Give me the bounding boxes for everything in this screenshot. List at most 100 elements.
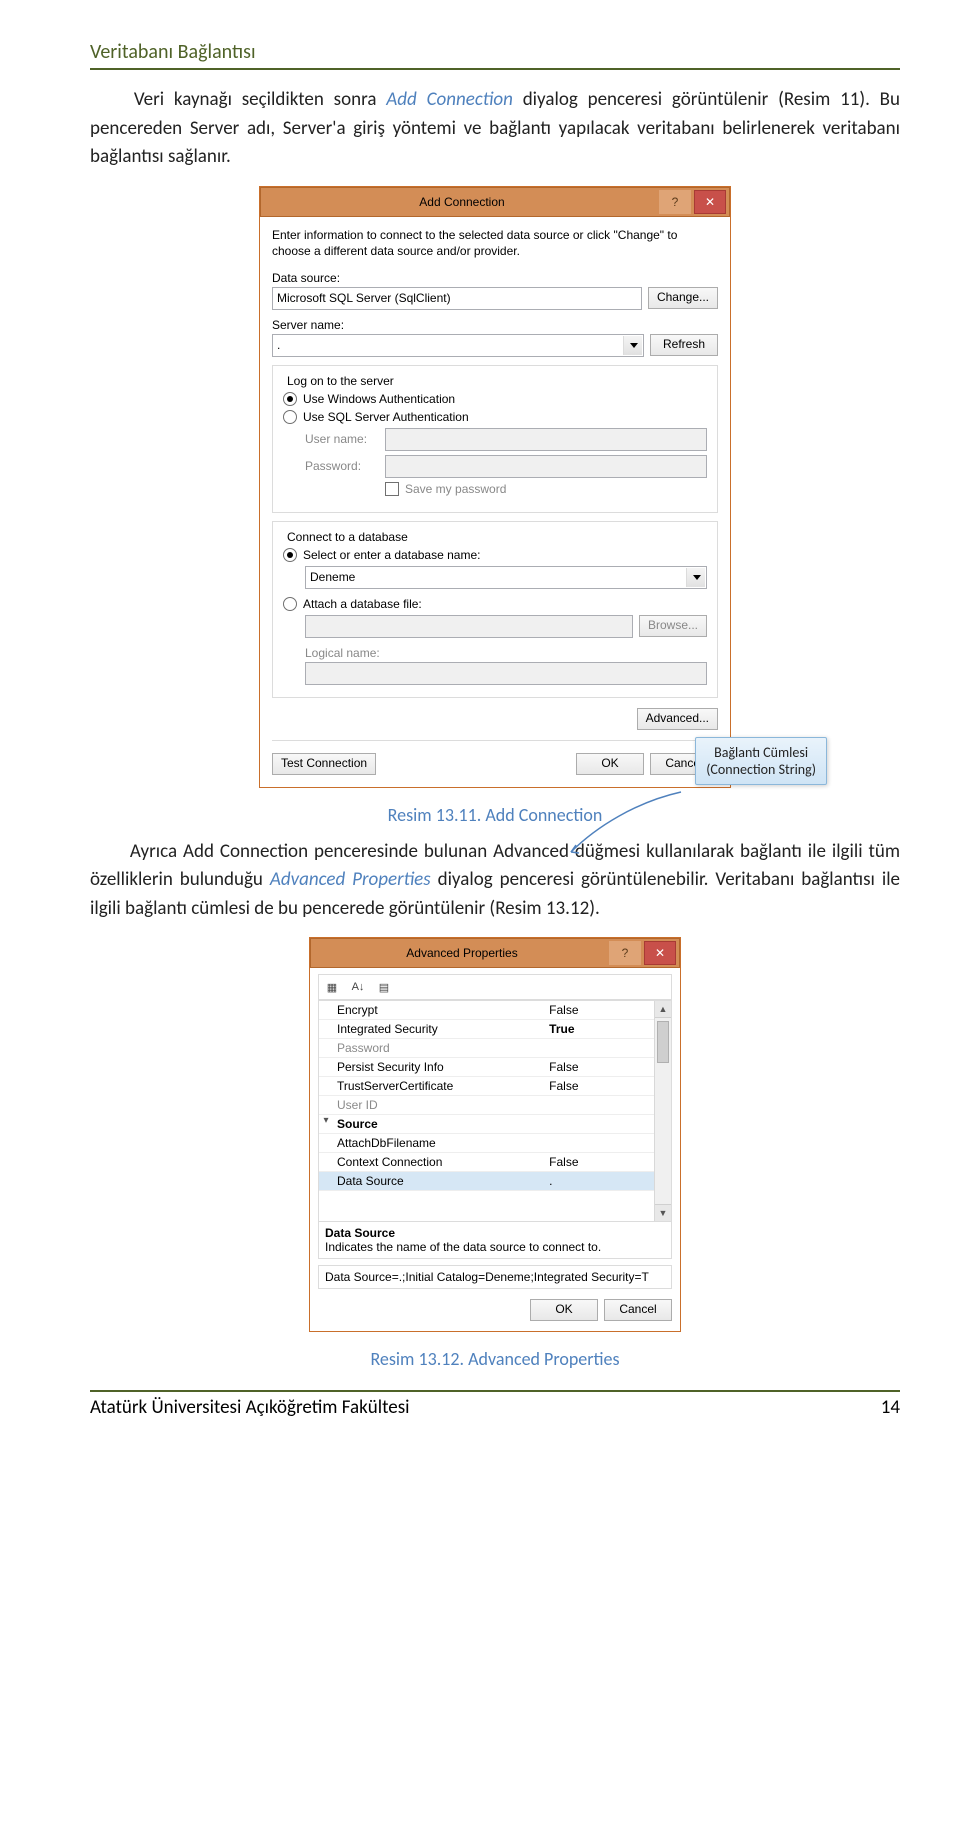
ok-button[interactable]: OK [576,753,644,775]
data-source-label: Data source: [272,271,718,285]
prop-val[interactable]: False [545,1153,671,1171]
connection-string-callout: Bağlantı Cümlesi (Connection String) [695,737,827,785]
intro-paragraph-2: Ayrıca Add Connection penceresinde bulun… [90,838,900,924]
chevron-down-icon[interactable] [686,568,705,587]
prop-key: Persist Security Info [333,1058,545,1076]
test-connection-button[interactable]: Test Connection [272,753,376,775]
prop-row: EncryptFalse [319,1001,671,1020]
prop-category-row[interactable]: Source [319,1115,671,1134]
prop-val[interactable]: False [545,1077,671,1095]
prop-val[interactable]: . [545,1172,671,1190]
prop-key: Password [333,1039,545,1057]
property-toolbar: ▦ A↓ ▤ [318,974,672,1000]
connectdb-group-title: Connect to a database [283,530,412,544]
prop-key: Context Connection [333,1153,545,1171]
add-connection-dialog: Add Connection ? ✕ Enter information to … [259,186,731,788]
radio-windows-auth-label: Use Windows Authentication [303,392,455,406]
password-label: Password: [305,459,379,473]
dialog-title: Advanced Properties [315,946,609,960]
help-button[interactable]: ? [659,190,691,214]
database-name-combo[interactable]: Deneme [305,566,707,589]
prop-row: Persist Security InfoFalse [319,1058,671,1077]
logon-group-title: Log on to the server [283,374,398,388]
prop-key: Data Source [333,1172,545,1190]
dialog-titlebar: Advanced Properties ? ✕ [310,938,680,968]
prop-row: TrustServerCertificateFalse [319,1077,671,1096]
radio-dot-icon [283,410,297,424]
property-pages-icon[interactable]: ▤ [373,977,395,997]
property-description-pane: Data Source Indicates the name of the da… [318,1222,672,1259]
prop-row-selected: Data Source. [319,1172,671,1191]
server-name-combo[interactable]: . [272,334,644,357]
prop-row: Context ConnectionFalse [319,1153,671,1172]
scrollbar[interactable]: ▲ ▼ [654,1001,671,1221]
callout-line2: (Connection String) [706,761,816,778]
server-name-value: . [277,338,280,352]
dialog-titlebar: Add Connection ? ✕ [260,187,730,217]
radio-sql-auth[interactable]: Use SQL Server Authentication [283,410,707,424]
close-button[interactable]: ✕ [694,190,726,214]
help-button[interactable]: ? [609,941,641,965]
data-source-field: Microsoft SQL Server (SqlClient) [272,287,642,310]
callout-arrow-icon [566,787,686,867]
username-label: User name: [305,432,379,446]
prop-row: Password [319,1039,671,1058]
prop-row: User ID [319,1096,671,1115]
chevron-down-icon[interactable] [623,336,642,355]
radio-dot-icon [283,597,297,611]
close-button[interactable]: ✕ [644,941,676,965]
intro-paragraph-1: Veri kaynağı seçildikten sonra Add Conne… [90,86,900,172]
footer-page-number: 14 [881,1396,900,1419]
page-header: Veritabanı Bağlantısı [90,40,900,70]
radio-dot-icon [283,392,297,406]
dialog-title: Add Connection [265,195,659,209]
prop-val[interactable]: True [545,1020,671,1038]
change-button[interactable]: Change... [648,287,718,309]
radio-windows-auth[interactable]: Use Windows Authentication [283,392,707,406]
alphabetical-icon[interactable]: A↓ [347,977,369,997]
figure-caption-2: Resim 13.12. Advanced Properties [90,1348,900,1370]
advanced-button[interactable]: Advanced... [637,708,718,730]
password-field [385,455,707,478]
radio-sql-auth-label: Use SQL Server Authentication [303,410,469,424]
advanced-properties-dialog: Advanced Properties ? ✕ ▦ A↓ ▤ EncryptFa… [309,937,681,1332]
footer-left: Atatürk Üniversitesi Açıköğretim Fakülte… [90,1396,409,1419]
prop-key: Integrated Security [333,1020,545,1038]
username-field [385,428,707,451]
property-grid[interactable]: EncryptFalse Integrated SecurityTrue Pas… [318,1000,672,1222]
scroll-up-icon[interactable]: ▲ [655,1001,671,1018]
database-name-value: Deneme [310,570,355,584]
property-desc-text: Indicates the name of the data source to… [325,1240,665,1254]
scroll-down-icon[interactable]: ▼ [655,1204,671,1221]
categorized-icon[interactable]: ▦ [321,977,343,997]
scroll-thumb[interactable] [657,1021,669,1063]
save-password-label: Save my password [405,482,506,496]
p1-em: Add Connection [386,88,513,111]
prop-val[interactable] [545,1134,671,1152]
prop-val[interactable]: False [545,1058,671,1076]
radio-attach-db[interactable]: Attach a database file: [283,597,707,611]
refresh-button[interactable]: Refresh [650,334,718,356]
prop-val[interactable]: False [545,1001,671,1019]
connectdb-group: Connect to a database Select or enter a … [272,521,718,698]
connection-string-box[interactable]: Data Source=.;Initial Catalog=Deneme;Int… [318,1265,672,1289]
prop-key: User ID [333,1096,545,1114]
radio-select-db[interactable]: Select or enter a database name: [283,548,707,562]
cancel-button[interactable]: Cancel [604,1299,672,1321]
radio-attach-db-label: Attach a database file: [303,597,422,611]
save-password-check: Save my password [385,482,707,496]
figure-caption-1: Resim 13.11. Add Connection [90,804,900,826]
prop-val [545,1096,671,1114]
prop-row: AttachDbFilename [319,1134,671,1153]
logical-name-label: Logical name: [305,646,707,660]
attach-file-field [305,615,633,638]
prop-val [545,1039,671,1057]
radio-dot-icon [283,548,297,562]
ok-button[interactable]: OK [530,1299,598,1321]
browse-button: Browse... [639,615,707,637]
server-name-label: Server name: [272,318,718,332]
property-desc-title: Data Source [325,1226,665,1240]
checkbox-icon [385,482,399,496]
prop-key: Encrypt [333,1001,545,1019]
page-footer: Atatürk Üniversitesi Açıköğretim Fakülte… [90,1390,900,1443]
